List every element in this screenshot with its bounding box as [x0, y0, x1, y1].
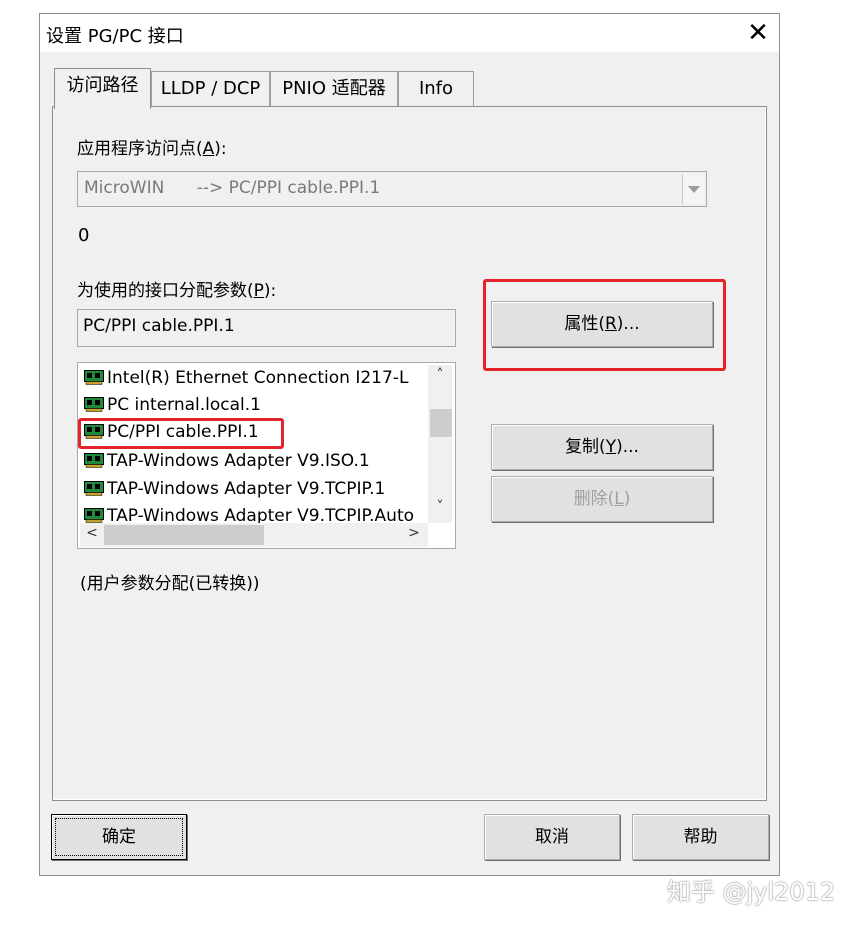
scroll-down-icon[interactable]: ˅: [428, 499, 452, 515]
tab-label: Info: [418, 78, 454, 99]
list-item[interactable]: TAP-Windows Adapter V9.TCPIP.1: [84, 476, 385, 502]
list-item[interactable]: Intel(R) Ethernet Connection I217-L: [84, 365, 408, 391]
copy-button[interactable]: 复制(Y)...: [491, 424, 713, 470]
interface-params-label: 为使用的接口分配参数(P):: [77, 281, 277, 301]
scroll-up-icon[interactable]: ˄: [428, 367, 452, 383]
network-card-icon: [84, 453, 104, 468]
watermark: 知乎 @jyl2012: [667, 878, 836, 906]
tab-lldp-dcp[interactable]: LLDP / DCP: [151, 71, 270, 107]
access-point-subvalue: 0: [78, 225, 90, 246]
dropdown-button[interactable]: [682, 174, 704, 204]
tab-info[interactable]: Info: [398, 71, 474, 107]
settings-dialog: 设置 PG/PC 接口 ✕ 访问路径 LLDP / DCP PNIO 适配器 I…: [39, 13, 780, 876]
access-point-label: 应用程序访问点(A):: [77, 139, 227, 159]
network-card-icon: [84, 370, 104, 385]
access-point-dropdown[interactable]: MicroWIN --> PC/PPI cable.PPI.1: [77, 171, 707, 207]
interface-list[interactable]: Intel(R) Ethernet Connection I217-L PC i…: [77, 362, 456, 549]
vertical-scrollbar[interactable]: ˄ ˅: [428, 365, 452, 523]
tab-label: PNIO 适配器: [282, 78, 386, 99]
scroll-left-icon[interactable]: <: [80, 525, 104, 541]
delete-button[interactable]: 删除(L): [491, 476, 713, 522]
network-card-icon: [84, 508, 104, 523]
cancel-button[interactable]: 取消: [484, 814, 620, 860]
window-title: 设置 PG/PC 接口: [46, 26, 184, 47]
close-button[interactable]: ✕: [742, 16, 774, 50]
vertical-scroll-thumb[interactable]: [430, 409, 452, 437]
ok-button[interactable]: 确定: [51, 814, 187, 860]
network-card-icon: [84, 481, 104, 496]
tab-label: 访问路径: [66, 75, 139, 96]
properties-button[interactable]: 属性(R)...: [491, 301, 713, 347]
help-button[interactable]: 帮助: [632, 814, 769, 860]
tab-label: LLDP / DCP: [160, 78, 261, 99]
access-point-value: MicroWIN --> PC/PPI cable.PPI.1: [84, 178, 381, 198]
list-item[interactable]: PC internal.local.1: [84, 392, 261, 418]
horizontal-scroll-thumb[interactable]: [104, 525, 264, 545]
network-card-icon: [84, 397, 104, 412]
network-card-icon: [84, 424, 104, 439]
param-status-text: (用户参数分配(已转换)): [80, 574, 260, 594]
interface-param-field[interactable]: PC/PPI cable.PPI.1: [77, 309, 456, 347]
tab-access-path[interactable]: 访问路径: [54, 68, 151, 109]
title-bar: 设置 PG/PC 接口 ✕: [40, 14, 779, 52]
list-item[interactable]: TAP-Windows Adapter V9.ISO.1: [84, 448, 370, 474]
scroll-right-icon[interactable]: >: [402, 525, 426, 541]
horizontal-scrollbar[interactable]: < >: [80, 523, 428, 547]
chevron-down-icon: [688, 186, 700, 193]
list-item-selected[interactable]: PC/PPI cable.PPI.1: [84, 419, 259, 445]
tab-pnio-adapter[interactable]: PNIO 适配器: [270, 71, 398, 107]
